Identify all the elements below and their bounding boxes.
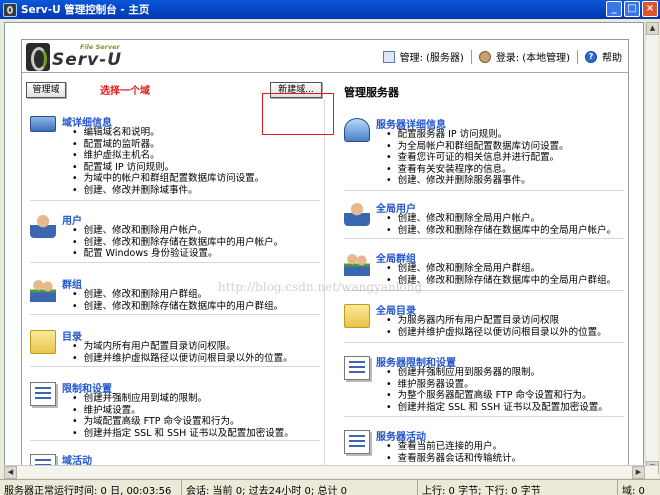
list-item: 为域中的帐户和群组配置数据库访问设置。: [62, 173, 265, 185]
group-icon: [30, 278, 56, 302]
settings-list-icon: [344, 356, 370, 380]
manage-link[interactable]: (服务器): [426, 49, 464, 64]
list-item: 创建并强制应用到服务器的限制。: [376, 367, 608, 379]
list-item: 为服务器内所有用户配置目录访问权限: [376, 315, 607, 327]
server-icon: [344, 118, 370, 142]
list-item: 创建并指定 SSL 和 SSH 证书以及配置加密设置。: [376, 402, 608, 414]
content-frame: File Server Serv-U 管理: (服务器) 登录: (本地管理) …: [4, 22, 644, 474]
minimize-button[interactable]: _: [606, 1, 622, 17]
list-item: 配置域 IP 访问规则。: [62, 162, 264, 174]
logo-mark-icon: [26, 43, 50, 71]
domain-status: 域: 0: [622, 486, 645, 495]
list-item: 创建并指定 SSL 和 SSH 证书以及配置加密设置。: [62, 428, 294, 440]
activity-icon: [344, 430, 370, 454]
list-item: 创建、修改和删除存储在数据库中的全局用户群组。: [376, 275, 617, 287]
logo-text: Serv-U: [52, 50, 123, 70]
manage-label: 管理:: [399, 53, 423, 64]
list-item: 配置 Windows 身份验证设置。: [62, 248, 283, 260]
user-icon: [30, 214, 56, 238]
list-item: 创建、修改和删除用户群组。: [62, 289, 283, 301]
scroll-right-icon[interactable]: ▶: [632, 466, 645, 479]
sessions-status: 会话: 当前 0; 过去24小时 0; 总计 0: [182, 480, 418, 495]
list-item: 查看有关安装程序的信息。: [376, 164, 569, 176]
folder-icon: [344, 304, 370, 328]
list-item: 创建并维护虚拟路径以便访问根目录以外的位置。: [62, 353, 293, 365]
list-item: 为域配置高级 FTP 命令设置和行为。: [62, 416, 294, 428]
list-item: 创建、修改并删除服务器事件。: [376, 175, 569, 187]
monitor-icon: [30, 116, 56, 132]
close-button[interactable]: ×: [642, 1, 658, 17]
settings-list-icon: [30, 382, 56, 406]
user-icon: [344, 202, 370, 226]
list-item: 创建、修改和删除用户帐户。: [62, 225, 283, 237]
list-item: 查看服务器会话和传输统计。: [376, 453, 522, 465]
list-item: 创建、修改和删除存储在数据库中的全局用户帐户。: [376, 225, 617, 237]
status-bar: 服务器正常运行时间: 0 日, 00:03:56 会话: 当前 0; 过去24小…: [0, 479, 660, 495]
list-item: 维护虚拟主机名。: [62, 150, 264, 162]
server-manage-icon: [382, 50, 395, 63]
uptime-status: 服务器正常运行时间: 0 日, 00:03:56: [0, 480, 182, 495]
list-item: 创建、修改和删除全局用户帐户。: [376, 213, 616, 225]
list-item: 创建并维护虚拟路径以便访问根目录以外的位置。: [376, 327, 607, 339]
manage-server-title: 管理服务器: [344, 86, 399, 99]
list-item: 创建、修改和删除存储在数据库中的用户群组。: [62, 301, 284, 313]
header-nav: 管理: (服务器) 登录: (本地管理) ? 帮助: [382, 49, 622, 64]
list-item: 维护服务器设置。: [376, 379, 608, 391]
list-item: 查看当前已连接的用户。: [376, 441, 521, 453]
login-link[interactable]: (本地管理): [522, 49, 570, 64]
select-domain-hint: 选择一个域: [100, 86, 150, 97]
app-icon: [3, 2, 17, 17]
transfer-status: 上行: 0 字节; 下行: 0 字节: [418, 480, 618, 495]
list-item: 为全局帐户和群组配置数据库访问设置。: [376, 141, 569, 153]
list-item: 配置域的监听器。: [62, 139, 264, 151]
help-link[interactable]: 帮助: [602, 49, 622, 64]
list-item: 为域内所有用户配置目录访问权限。: [62, 341, 293, 353]
scroll-up-icon[interactable]: ▲: [646, 22, 659, 35]
list-item: 为整个服务器配置高级 FTP 命令设置和行为。: [376, 390, 608, 402]
list-item: 创建、修改和删除全局用户群组。: [376, 263, 616, 275]
login-label: 登录:: [495, 53, 520, 64]
list-item: 创建、修改并删除域事件。: [62, 185, 264, 197]
help-icon[interactable]: ?: [585, 50, 597, 63]
window-title: Serv-U 管理控制台 - 主页: [21, 4, 150, 16]
vertical-scrollbar[interactable]: ▲ ▼: [645, 22, 659, 474]
list-item: 配置服务器 IP 访问规则。: [376, 129, 569, 141]
list-item: 查看您许可证的相关信息并进行配置。: [376, 152, 569, 164]
servu-logo: File Server Serv-U: [26, 43, 136, 71]
title-bar: Serv-U 管理控制台 - 主页 _ □ ×: [0, 0, 660, 19]
folder-icon: [30, 330, 56, 354]
group-icon: [344, 252, 370, 276]
manage-domain-button[interactable]: 管理域: [26, 82, 66, 98]
highlight-box: [262, 93, 334, 135]
login-user-icon: [478, 50, 491, 63]
list-item: 编辑域名和说明。: [62, 127, 264, 139]
horizontal-scrollbar[interactable]: ◀ ▶: [4, 465, 658, 479]
list-item: 创建并强制应用到域的限制。: [62, 393, 294, 405]
list-item: 维护域设置。: [62, 405, 294, 417]
maximize-button[interactable]: □: [624, 1, 640, 17]
list-item: 创建、修改和删除存储在数据库中的用户帐户。: [62, 237, 284, 249]
scroll-left-icon[interactable]: ◀: [4, 466, 17, 479]
console-header: File Server Serv-U 管理: (服务器) 登录: (本地管理) …: [22, 40, 628, 73]
